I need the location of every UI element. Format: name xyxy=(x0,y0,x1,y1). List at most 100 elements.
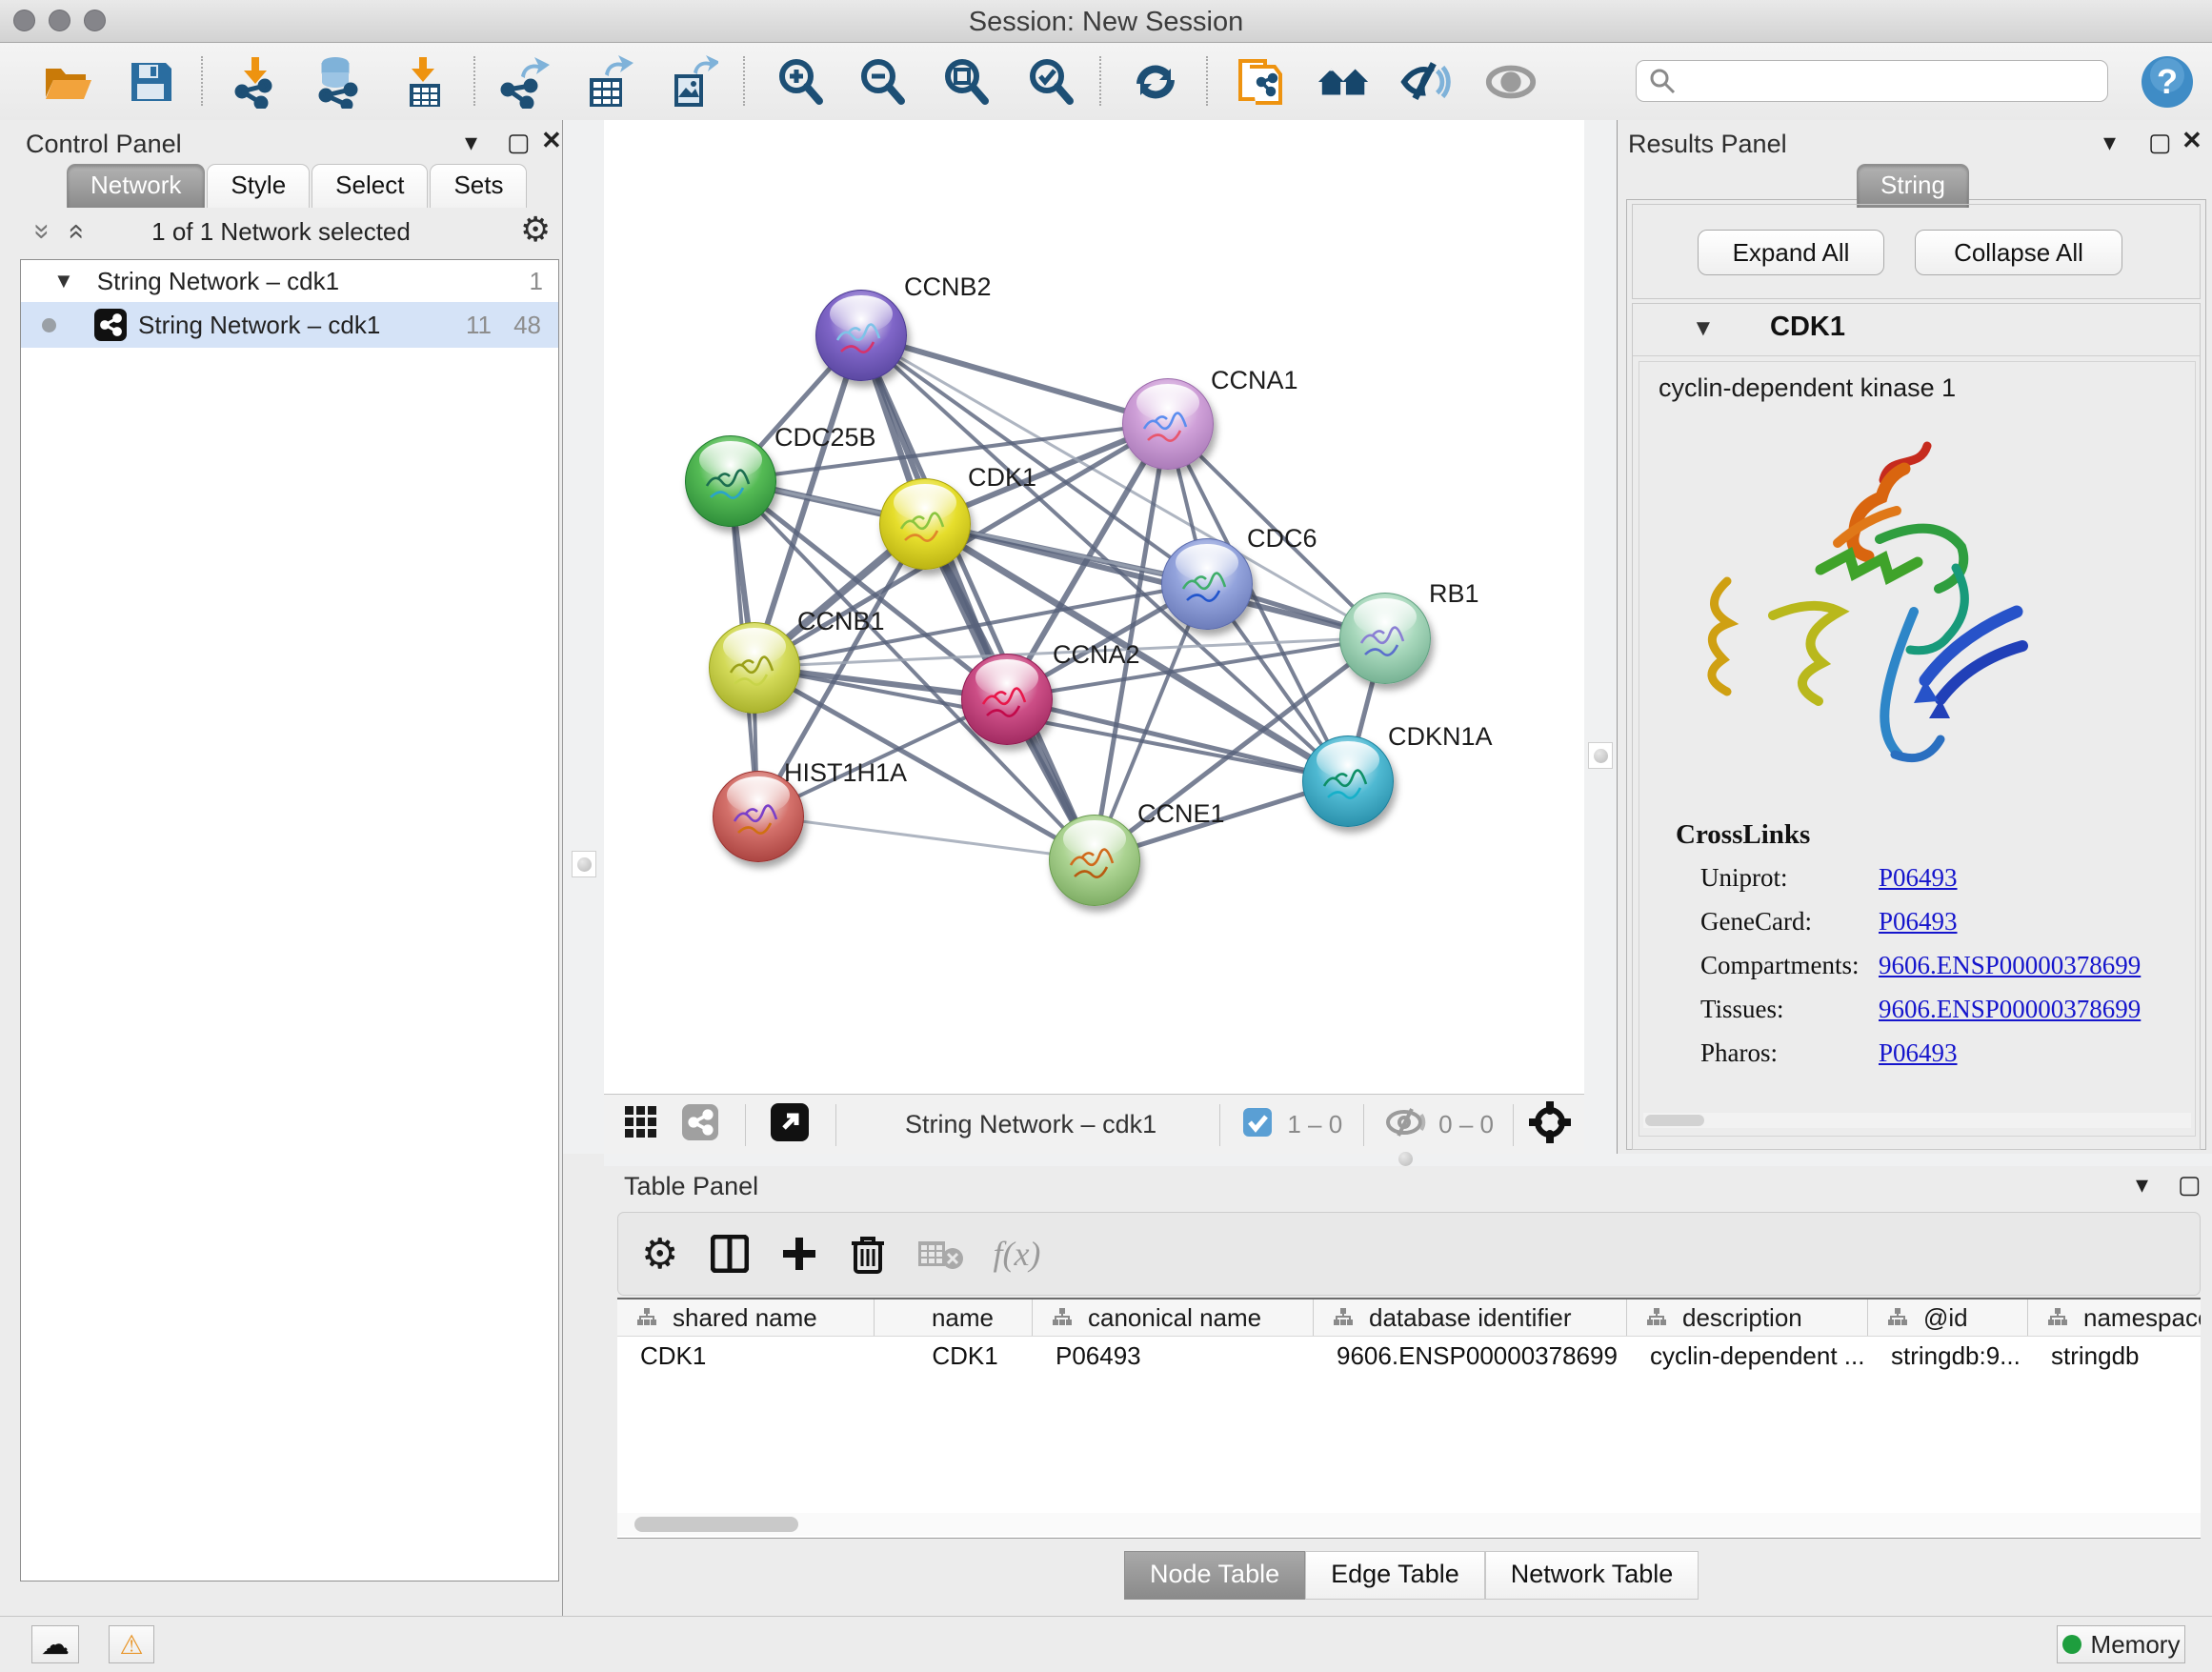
results-panel-menu-icon[interactable]: ▾ xyxy=(2103,128,2116,157)
tab-style[interactable]: Style xyxy=(207,164,310,208)
warnings-button[interactable]: ⚠ xyxy=(109,1625,154,1663)
column-header-description[interactable]: description xyxy=(1627,1299,1868,1336)
tab-network-table[interactable]: Network Table xyxy=(1485,1551,1699,1600)
import-database-icon[interactable] xyxy=(310,54,365,110)
table-settings-gear-icon[interactable]: ⚙ xyxy=(641,1230,678,1279)
results-panel-float-icon[interactable]: ▢ xyxy=(2148,128,2172,157)
right-splitter[interactable] xyxy=(1584,120,1617,1154)
right-splitter-handle[interactable] xyxy=(1588,742,1613,769)
table-hscrollbar-thumb[interactable] xyxy=(634,1517,798,1532)
gene-card-header[interactable]: ▼ CDK1 xyxy=(1633,304,2200,356)
network-node-CCNE1[interactable] xyxy=(1049,815,1140,906)
hide-selected-icon[interactable] xyxy=(1400,54,1456,110)
table-hscrollbar[interactable] xyxy=(617,1513,2201,1536)
column-header-namespace[interactable]: namespace xyxy=(2028,1299,2201,1336)
network-node-CDC25B[interactable] xyxy=(685,435,776,527)
control-panel-close-icon[interactable]: ✕ xyxy=(541,126,562,155)
save-session-icon[interactable] xyxy=(123,54,178,110)
clone-network-icon[interactable] xyxy=(1232,54,1287,110)
toolbar-separator xyxy=(743,56,745,106)
search-input[interactable] xyxy=(1636,60,2108,102)
cell-database-identifier[interactable]: 9606.ENSP00000378699 xyxy=(1314,1341,1627,1371)
cell-shared-name[interactable]: CDK1 xyxy=(617,1341,875,1371)
open-session-icon[interactable] xyxy=(39,54,94,110)
control-panel-menu-icon[interactable]: ▾ xyxy=(465,128,477,157)
column-header-canonical-name[interactable]: canonical name xyxy=(1033,1299,1314,1336)
tab-sets[interactable]: Sets xyxy=(430,164,527,208)
zoom-out-icon[interactable] xyxy=(855,54,910,110)
cell--id[interactable]: stringdb:9... xyxy=(1868,1341,2028,1371)
gene-expander-icon[interactable]: ▼ xyxy=(1692,315,1715,342)
horizontal-splitter-handle[interactable] xyxy=(1398,1152,1413,1166)
function-builder-icon[interactable]: f(x) xyxy=(993,1234,1040,1274)
expand-all-button[interactable]: Expand All xyxy=(1698,230,1884,275)
cell-canonical-name[interactable]: P06493 xyxy=(1033,1341,1314,1371)
crosslink-value-link[interactable]: 9606.ENSP00000378699 xyxy=(1879,951,2141,980)
column-header-database-identifier[interactable]: database identifier xyxy=(1314,1299,1627,1336)
open-in-new-window-icon[interactable] xyxy=(771,1103,809,1146)
help-icon[interactable]: ? xyxy=(2140,54,2195,110)
selected-checkbox-icon[interactable] xyxy=(1243,1108,1272,1141)
cell-description[interactable]: cyclin-dependent ... xyxy=(1627,1341,1868,1371)
tab-node-table[interactable]: Node Table xyxy=(1124,1551,1305,1600)
crosslink-value-link[interactable]: P06493 xyxy=(1879,863,1958,893)
export-table-icon[interactable] xyxy=(579,54,634,110)
column-header-name[interactable]: name xyxy=(875,1299,1033,1336)
cell-namespace[interactable]: stringdb xyxy=(2028,1341,2201,1371)
network-collection-row[interactable]: ▼ String Network – cdk1 1 xyxy=(21,260,558,302)
collapse-all-button[interactable]: Collapse All xyxy=(1915,230,2122,275)
birds-eye-grid-icon[interactable] xyxy=(625,1106,657,1143)
show-all-icon[interactable] xyxy=(1483,54,1538,110)
export-network-icon[interactable] xyxy=(495,54,551,110)
cell-name[interactable]: CDK1 xyxy=(875,1341,1033,1371)
table-panel-float-icon[interactable]: ▢ xyxy=(2178,1170,2202,1199)
network-node-CDKN1A[interactable] xyxy=(1302,735,1394,827)
column-namespace-icon xyxy=(1052,1307,1073,1328)
zoom-in-icon[interactable] xyxy=(773,54,828,110)
column-header-shared-name[interactable]: shared name xyxy=(617,1299,875,1336)
results-hscrollbar[interactable] xyxy=(1643,1113,2191,1128)
left-splitter-handle[interactable] xyxy=(572,851,596,877)
tab-edge-table[interactable]: Edge Table xyxy=(1305,1551,1485,1600)
show-columns-icon[interactable] xyxy=(711,1235,749,1273)
cloud-button[interactable]: ☁ xyxy=(31,1625,79,1663)
network-node-CCNA1[interactable] xyxy=(1122,378,1214,470)
add-column-icon[interactable] xyxy=(781,1236,817,1272)
network-node-RB1[interactable] xyxy=(1339,593,1431,684)
network-node-CCNB1[interactable] xyxy=(709,622,800,714)
network-node-CDK1[interactable] xyxy=(879,478,971,570)
crosslink-value-link[interactable]: P06493 xyxy=(1879,1038,1958,1068)
import-network-icon[interactable] xyxy=(228,54,283,110)
horizontal-splitter[interactable] xyxy=(604,1154,2212,1166)
column-header--id[interactable]: @id xyxy=(1868,1299,2028,1336)
tab-network[interactable]: Network xyxy=(67,164,205,208)
delete-table-icon[interactable] xyxy=(918,1238,964,1270)
crosslink-value-link[interactable]: 9606.ENSP00000378699 xyxy=(1879,995,2141,1024)
first-neighbors-icon[interactable] xyxy=(1317,54,1372,110)
network-view-share-icon[interactable] xyxy=(682,1104,718,1145)
refresh-icon[interactable] xyxy=(1128,54,1183,110)
collection-expander-icon[interactable]: ▼ xyxy=(53,269,74,293)
zoom-fit-icon[interactable] xyxy=(938,54,994,110)
network-node-CCNB2[interactable] xyxy=(815,290,907,381)
results-panel-close-icon[interactable]: ✕ xyxy=(2182,126,2202,155)
delete-column-icon[interactable] xyxy=(850,1234,886,1274)
protein-thumbnail-icon xyxy=(1136,404,1197,453)
table-row[interactable]: CDK1CDK1P064939606.ENSP00000378699cyclin… xyxy=(617,1337,2201,1375)
network-node-CDC6[interactable] xyxy=(1161,538,1253,630)
zoom-selected-icon[interactable] xyxy=(1023,54,1078,110)
network-row-selected[interactable]: String Network – cdk1 11 48 xyxy=(21,302,558,348)
control-panel-float-icon[interactable]: ▢ xyxy=(507,128,531,157)
fit-selected-crosshair-icon[interactable] xyxy=(1529,1101,1571,1148)
tab-select[interactable]: Select xyxy=(312,164,428,208)
export-image-icon[interactable] xyxy=(664,54,719,110)
left-splitter[interactable] xyxy=(563,120,604,1154)
network-options-gear-icon[interactable]: ⚙ xyxy=(520,210,551,250)
import-table-icon[interactable] xyxy=(397,54,452,110)
tab-string[interactable]: String xyxy=(1857,164,1969,208)
crosslink-value-link[interactable]: P06493 xyxy=(1879,907,1958,937)
network-node-CCNA2[interactable] xyxy=(961,654,1053,745)
network-canvas[interactable]: CCNB2CCNA1CDC25BCDK1CDC6RB1CCNB1CCNA2CDK… xyxy=(604,120,1584,1094)
table-panel-menu-icon[interactable]: ▾ xyxy=(2136,1170,2148,1199)
memory-button[interactable]: Memory xyxy=(2057,1625,2185,1663)
